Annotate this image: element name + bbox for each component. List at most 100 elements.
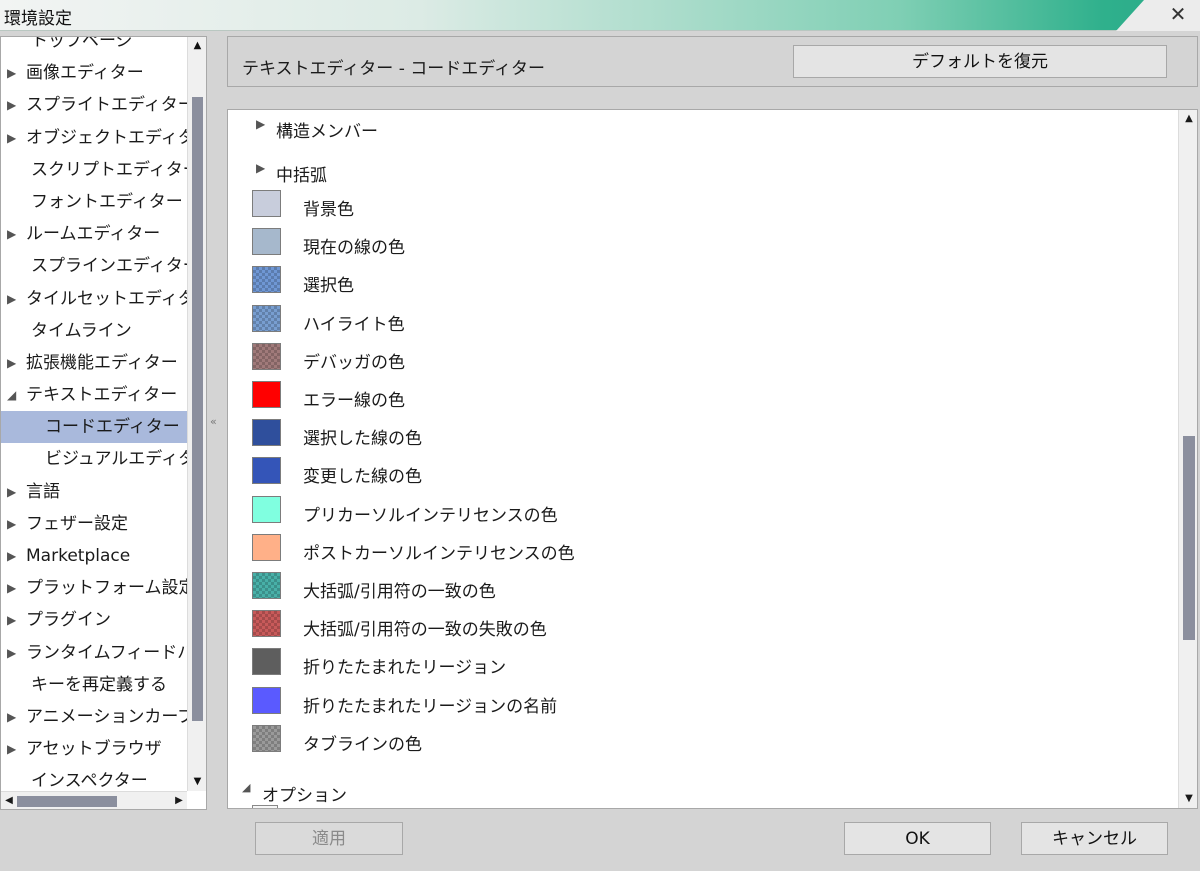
- collapse-arrow-icon[interactable]: ◢: [242, 781, 250, 794]
- tree-item[interactable]: トップページ: [1, 37, 187, 57]
- tree-vertical-scrollbar[interactable]: ▲ ▼: [187, 37, 206, 791]
- tree-item[interactable]: ▶ アセットブラウザ: [1, 733, 187, 765]
- expand-arrow-icon[interactable]: ▶: [7, 57, 16, 89]
- tree-item[interactable]: ▶ ルームエディター: [1, 218, 187, 250]
- color-swatch[interactable]: [252, 457, 281, 485]
- tree-item[interactable]: ▶ タイルセットエディター: [1, 283, 187, 315]
- tree-item-label: アニメーションカーブ: [26, 706, 187, 727]
- expand-arrow-icon[interactable]: ▶: [7, 283, 16, 315]
- collapse-arrow-icon[interactable]: ◢: [7, 379, 16, 411]
- tree-item[interactable]: ▶ フェザー設定: [1, 508, 187, 540]
- tree-item[interactable]: タイムライン: [1, 315, 187, 347]
- color-swatch[interactable]: [252, 228, 281, 256]
- section-label: オプション: [262, 786, 347, 806]
- color-setting-row: 選択色: [252, 266, 852, 296]
- color-swatch[interactable]: [252, 381, 281, 408]
- tree-item-label: スプライトエディター: [26, 95, 187, 116]
- content-vertical-scrollbar[interactable]: ▲ ▼: [1178, 110, 1197, 808]
- tree-item[interactable]: スクリプトエディター: [1, 154, 187, 186]
- expand-arrow-icon[interactable]: ▶: [7, 540, 16, 572]
- close-icon[interactable]: ✕: [1166, 2, 1190, 26]
- expand-arrow-icon[interactable]: ▶: [256, 117, 265, 131]
- tree-scroll-thumb[interactable]: [192, 97, 203, 721]
- color-swatch[interactable]: [252, 190, 281, 217]
- tree-item[interactable]: ▶ アニメーションカーブ: [1, 701, 187, 733]
- color-setting-label: 大括弧/引用符の一致の色: [303, 582, 496, 602]
- tree-items: トップページ ▶ 画像エディター ▶ スプライトエディター ▶ オブジェクトエディタースクリ…: [1, 37, 187, 798]
- scroll-right-arrow-icon[interactable]: ▶: [171, 792, 187, 809]
- scroll-up-arrow-icon[interactable]: ▲: [188, 37, 206, 55]
- expand-arrow-icon[interactable]: ▶: [7, 508, 16, 540]
- tree-item-label: 画像エディター: [26, 63, 144, 84]
- color-setting-row: タブラインの色: [252, 724, 852, 755]
- color-swatch[interactable]: [252, 533, 281, 561]
- expand-arrow-icon[interactable]: ▶: [7, 122, 16, 154]
- expand-arrow-icon[interactable]: ▶: [7, 476, 16, 508]
- tree-item[interactable]: スプラインエディター: [1, 250, 187, 282]
- color-swatch[interactable]: [252, 572, 281, 599]
- color-swatch[interactable]: [252, 342, 281, 370]
- expand-arrow-icon[interactable]: ▶: [7, 733, 16, 765]
- expand-arrow-icon[interactable]: ▶: [256, 161, 265, 175]
- tree-item[interactable]: ▶ ランタイムフィードバック: [1, 637, 187, 669]
- tree-item[interactable]: ◢ テキストエディター: [1, 379, 187, 411]
- scroll-up-arrow-icon[interactable]: ▲: [1179, 110, 1197, 128]
- apply-button[interactable]: 適用: [255, 822, 403, 855]
- expand-arrow-icon[interactable]: ▶: [7, 89, 16, 121]
- ok-button[interactable]: OK: [844, 822, 991, 855]
- color-swatch[interactable]: [252, 495, 281, 523]
- expand-arrow-icon[interactable]: ▶: [7, 604, 16, 636]
- tree-item-label: ルームエディター: [26, 224, 161, 245]
- color-swatch[interactable]: [252, 686, 281, 714]
- tree-horizontal-scrollbar[interactable]: ◀ ▶: [1, 791, 187, 809]
- color-setting-label: エラー線の色: [303, 391, 405, 411]
- expand-arrow-icon[interactable]: ▶: [7, 347, 16, 379]
- restore-defaults-button[interactable]: デフォルトを復元: [793, 45, 1167, 78]
- tree-item-label: 言語: [26, 481, 60, 502]
- tree-item[interactable]: ▶ プラグイン: [1, 604, 187, 636]
- tree-hscroll-thumb[interactable]: [17, 796, 117, 807]
- expand-arrow-icon[interactable]: ▶: [7, 701, 16, 733]
- tree-item[interactable]: ビジュアルエディター: [1, 443, 187, 475]
- tree-item-label: スプラインエディター: [31, 256, 187, 277]
- color-setting-row: デバッガの色: [252, 342, 852, 373]
- tree-item[interactable]: ▶ 拡張機能エディター: [1, 347, 187, 379]
- cancel-button[interactable]: キャンセル: [1021, 822, 1168, 855]
- expand-arrow-icon[interactable]: ▶: [7, 572, 16, 604]
- color-setting-row: ポストカーソルインテリセンスの色: [252, 533, 852, 564]
- color-swatch[interactable]: [252, 648, 281, 676]
- color-setting-label: 折りたたまれたリージョン: [303, 658, 507, 679]
- tree-item[interactable]: ▶ 言語: [1, 476, 187, 508]
- scroll-left-arrow-icon[interactable]: ◀: [1, 792, 17, 809]
- expand-arrow-icon[interactable]: ▶: [7, 637, 16, 669]
- color-swatch[interactable]: [252, 266, 281, 294]
- color-swatch[interactable]: [252, 610, 281, 638]
- tree-item[interactable]: ▶ プラットフォーム設定: [1, 572, 187, 604]
- tree-item[interactable]: ▶ オブジェクトエディター: [1, 122, 187, 154]
- color-setting-label: 背景色: [303, 200, 354, 220]
- tree-item-label: スクリプトエディター: [31, 159, 187, 180]
- color-swatch[interactable]: [252, 724, 281, 752]
- content-scroll-thumb[interactable]: [1183, 436, 1195, 640]
- tree-item[interactable]: ▶ Marketplace: [1, 540, 187, 572]
- color-setting-label: タブラインの色: [303, 734, 422, 755]
- tree-item[interactable]: ▶ 画像エディター: [1, 57, 187, 89]
- color-swatch[interactable]: [252, 304, 281, 332]
- scroll-down-arrow-icon[interactable]: ▼: [1179, 790, 1197, 808]
- color-setting-row: 折りたたまれたリージョン: [252, 648, 852, 678]
- color-setting-label: 変更した線の色: [303, 467, 422, 488]
- tree-item[interactable]: コードエディター: [1, 411, 187, 444]
- tree-item[interactable]: フォントエディター: [1, 186, 187, 218]
- tree-item[interactable]: ▶ スプライトエディター: [1, 89, 187, 121]
- scroll-down-arrow-icon[interactable]: ▼: [188, 773, 206, 791]
- option-checkbox[interactable]: [252, 805, 278, 808]
- splitter-collapse-icon[interactable]: «: [210, 415, 217, 428]
- tree-item[interactable]: キーを再定義する: [1, 669, 187, 701]
- color-setting-row: 変更した線の色: [252, 457, 852, 487]
- tree-item-label: フェザー設定: [26, 513, 128, 534]
- expand-arrow-icon[interactable]: ▶: [7, 218, 16, 250]
- color-swatch[interactable]: [252, 419, 281, 447]
- tree-item-label: プラグイン: [26, 610, 111, 631]
- window-title: 環境設定: [4, 9, 72, 29]
- color-setting-row: プリカーソルインテリセンスの色: [252, 495, 852, 526]
